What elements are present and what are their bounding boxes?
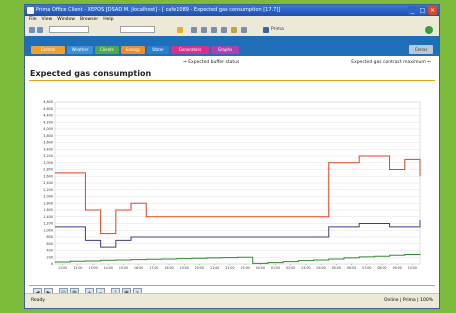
go-icon[interactable] bbox=[425, 26, 433, 34]
menu-window[interactable]: Window bbox=[57, 16, 75, 24]
y-tick-label: 3,600 bbox=[43, 141, 53, 145]
menu-help[interactable]: Help bbox=[103, 16, 113, 24]
search-field[interactable] bbox=[120, 26, 155, 33]
app-icon bbox=[27, 7, 34, 14]
y-tick-label: 1,000 bbox=[43, 228, 53, 232]
y-tick-label: 3,400 bbox=[43, 147, 53, 151]
y-tick-label: 2,200 bbox=[43, 188, 53, 192]
bottom-divider bbox=[29, 285, 435, 286]
x-tick-label: 11:00 bbox=[58, 266, 67, 270]
y-tick-label: 2,600 bbox=[43, 174, 53, 178]
menu-view[interactable]: View bbox=[42, 16, 53, 24]
y-tick-label: 4,800 bbox=[43, 100, 53, 104]
tab-water[interactable]: Water bbox=[147, 46, 169, 54]
tool-icon-5[interactable] bbox=[231, 27, 237, 33]
y-tick-label: 4,200 bbox=[43, 120, 53, 124]
x-tick-label: 16:00 bbox=[134, 266, 143, 270]
x-tick-label: 19:00 bbox=[180, 266, 189, 270]
menu-browser[interactable]: Browser bbox=[80, 16, 98, 24]
app-window: Prima Office Client - XEPOS [DSAD M. jlo… bbox=[24, 4, 440, 309]
y-tick-label: 1,800 bbox=[43, 201, 53, 205]
x-tick-label: 04:00 bbox=[317, 266, 326, 270]
x-tick-label: 13:00 bbox=[88, 266, 97, 270]
tab-generators[interactable]: Generators bbox=[171, 46, 209, 54]
y-tick-label: 4,400 bbox=[43, 114, 53, 118]
x-tick-label: 14:00 bbox=[104, 266, 113, 270]
x-tick-label: 08:00 bbox=[377, 266, 386, 270]
back-icon[interactable] bbox=[29, 27, 35, 33]
y-tick-label: 3,800 bbox=[43, 134, 53, 138]
tab-graphs[interactable]: Graphs bbox=[211, 46, 239, 54]
forward-icon[interactable] bbox=[37, 27, 43, 33]
window-title: Prima Office Client - XEPOS [DSAD M. jlo… bbox=[36, 7, 281, 13]
y-tick-label: 400 bbox=[47, 249, 53, 253]
x-tick-label: 07:00 bbox=[362, 266, 371, 270]
status-right: Online | Prima | 100% bbox=[383, 298, 433, 303]
tool-icon-4[interactable] bbox=[221, 27, 227, 33]
gas-consumption-chart: 0 200 400 600 800 1,000 1,200 1,400 1,600 1,800 2,… bbox=[43, 100, 421, 270]
x-tick-label: 12:00 bbox=[73, 266, 82, 270]
y-tick-label: 3,200 bbox=[43, 154, 53, 158]
x-tick-label: 21:00 bbox=[210, 266, 219, 270]
x-tick-label: 15:00 bbox=[119, 266, 128, 270]
x-tick-label: 17:00 bbox=[149, 266, 158, 270]
y-tick-label: 2,400 bbox=[43, 181, 53, 185]
title-bar: Prima Office Client - XEPOS [DSAD M. jlo… bbox=[25, 5, 439, 16]
y-tick-label: 1,600 bbox=[43, 208, 53, 212]
tab-clients[interactable]: Clients bbox=[95, 46, 119, 54]
tool-icon-2[interactable] bbox=[201, 27, 207, 33]
y-tick-label: 3,000 bbox=[43, 161, 53, 165]
prima-icon bbox=[263, 27, 269, 33]
y-tick-label: 1,200 bbox=[43, 222, 53, 226]
y-tick-label: 0 bbox=[51, 262, 53, 266]
tab-energy[interactable]: Energy bbox=[121, 46, 145, 54]
y-tick-label: 4,000 bbox=[43, 127, 53, 131]
y-tick-label: 200 bbox=[47, 255, 53, 259]
y-tick-label: 2,800 bbox=[43, 168, 53, 172]
tool-icon-6[interactable] bbox=[241, 27, 247, 33]
main-content: ⇒ Expected buffer status Expected gas co… bbox=[25, 56, 439, 297]
x-tick-label: 03:00 bbox=[301, 266, 310, 270]
menu-file[interactable]: File bbox=[29, 16, 37, 24]
status-left: Ready bbox=[31, 298, 45, 303]
y-tick-label: 1,400 bbox=[43, 215, 53, 219]
x-tick-label: 02:00 bbox=[286, 266, 295, 270]
y-tick-label: 600 bbox=[47, 242, 53, 246]
x-tick-label: 01:00 bbox=[271, 266, 280, 270]
minimize-icon[interactable]: _ bbox=[408, 6, 417, 15]
menu-bar: File View Window Browser Help bbox=[25, 16, 439, 24]
x-tick-label: 06:00 bbox=[347, 266, 356, 270]
maximize-icon[interactable]: □ bbox=[418, 6, 427, 15]
star-icon[interactable] bbox=[177, 27, 183, 33]
tab-weather[interactable]: Weather bbox=[67, 46, 93, 54]
address-field[interactable] bbox=[49, 26, 89, 33]
x-tick-label: 05:00 bbox=[332, 266, 341, 270]
tab-control[interactable]: Control bbox=[31, 46, 65, 54]
x-tick-label: 18:00 bbox=[164, 266, 173, 270]
tab-bar: Control Weather Clients Energy Water Gen… bbox=[25, 36, 439, 56]
x-tick-label: 20:00 bbox=[195, 266, 204, 270]
x-tick-label: 23:00 bbox=[241, 266, 250, 270]
y-tick-label: 800 bbox=[47, 235, 53, 239]
x-tick-label: 09:00 bbox=[393, 266, 402, 270]
product-name: Prima bbox=[271, 27, 284, 32]
close-button[interactable]: Cerrar bbox=[409, 45, 433, 54]
x-tick-label: 00:00 bbox=[256, 266, 265, 270]
x-tick-label: 22:00 bbox=[225, 266, 234, 270]
tool-icon-3[interactable] bbox=[211, 27, 217, 33]
tool-icon-1[interactable] bbox=[191, 27, 197, 33]
y-tick-label: 2,000 bbox=[43, 195, 53, 199]
y-tick-label: 4,600 bbox=[43, 107, 53, 111]
x-tick-label: 10:00 bbox=[408, 266, 417, 270]
close-window-icon[interactable]: × bbox=[428, 6, 437, 15]
status-bar: Ready Online | Prima | 100% bbox=[25, 293, 439, 308]
